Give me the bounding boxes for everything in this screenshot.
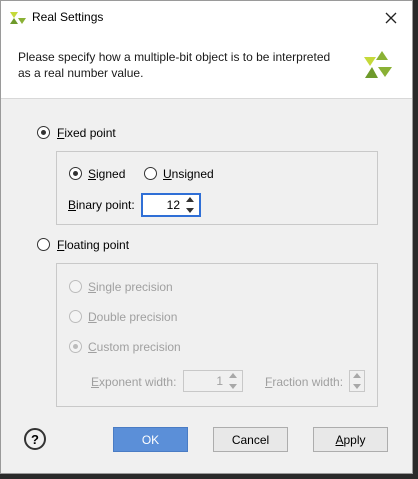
title-bar: Real Settings <box>1 1 412 35</box>
custom-precision-label[interactable]: Custom precision <box>88 340 181 354</box>
single-precision-radio[interactable] <box>69 280 82 293</box>
background-window-edge <box>0 474 418 479</box>
spin-up-icon[interactable] <box>353 373 361 378</box>
dialog-header: Please specify how a multiple-bit object… <box>1 35 412 99</box>
exponent-width-value[interactable]: 1 <box>216 374 223 388</box>
help-icon: ? <box>31 431 39 447</box>
help-button[interactable]: ? <box>24 428 46 450</box>
ok-button[interactable]: OK <box>113 427 188 452</box>
double-precision-label[interactable]: Double precision <box>88 310 177 324</box>
apply-button[interactable]: Apply <box>313 427 388 452</box>
header-description: Please specify how a multiple-bit object… <box>18 50 331 80</box>
signed-label[interactable]: Signed <box>88 167 125 181</box>
binary-point-label: Binary point: <box>68 198 135 212</box>
floating-point-radio[interactable] <box>37 238 50 251</box>
floating-point-label[interactable]: Floating point <box>57 238 129 252</box>
unsigned-radio[interactable] <box>144 167 157 180</box>
spin-down-icon[interactable] <box>229 384 237 389</box>
fixed-point-group <box>56 151 378 225</box>
binary-point-value[interactable]: 12 <box>167 198 180 212</box>
fraction-width-label: Fraction width: <box>265 375 344 389</box>
close-button[interactable] <box>378 6 404 30</box>
binary-point-spinner[interactable]: 12 <box>141 193 201 217</box>
signed-radio[interactable] <box>69 167 82 180</box>
spin-down-icon[interactable] <box>353 384 361 389</box>
background-window-edge <box>413 0 418 479</box>
custom-precision-radio[interactable] <box>69 340 82 353</box>
xilinx-logo-icon <box>364 51 392 78</box>
single-precision-label[interactable]: Single precision <box>88 280 173 294</box>
exponent-width-label: Exponent width: <box>91 375 177 389</box>
fraction-width-spinner[interactable] <box>349 370 365 392</box>
real-settings-dialog: Real Settings Please specify how a multi… <box>0 0 413 474</box>
double-precision-radio[interactable] <box>69 310 82 323</box>
cancel-button[interactable]: Cancel <box>213 427 288 452</box>
fixed-point-label[interactable]: Fixed point <box>57 126 116 140</box>
window-title: Real Settings <box>32 10 104 24</box>
fixed-point-radio[interactable] <box>37 126 50 139</box>
unsigned-label[interactable]: Unsigned <box>163 167 214 181</box>
spin-down-icon[interactable] <box>186 208 194 213</box>
close-icon <box>385 12 397 24</box>
xilinx-logo-icon <box>10 12 26 24</box>
spin-up-icon[interactable] <box>186 197 194 202</box>
spin-up-icon[interactable] <box>229 373 237 378</box>
exponent-width-spinner[interactable]: 1 <box>183 370 243 392</box>
